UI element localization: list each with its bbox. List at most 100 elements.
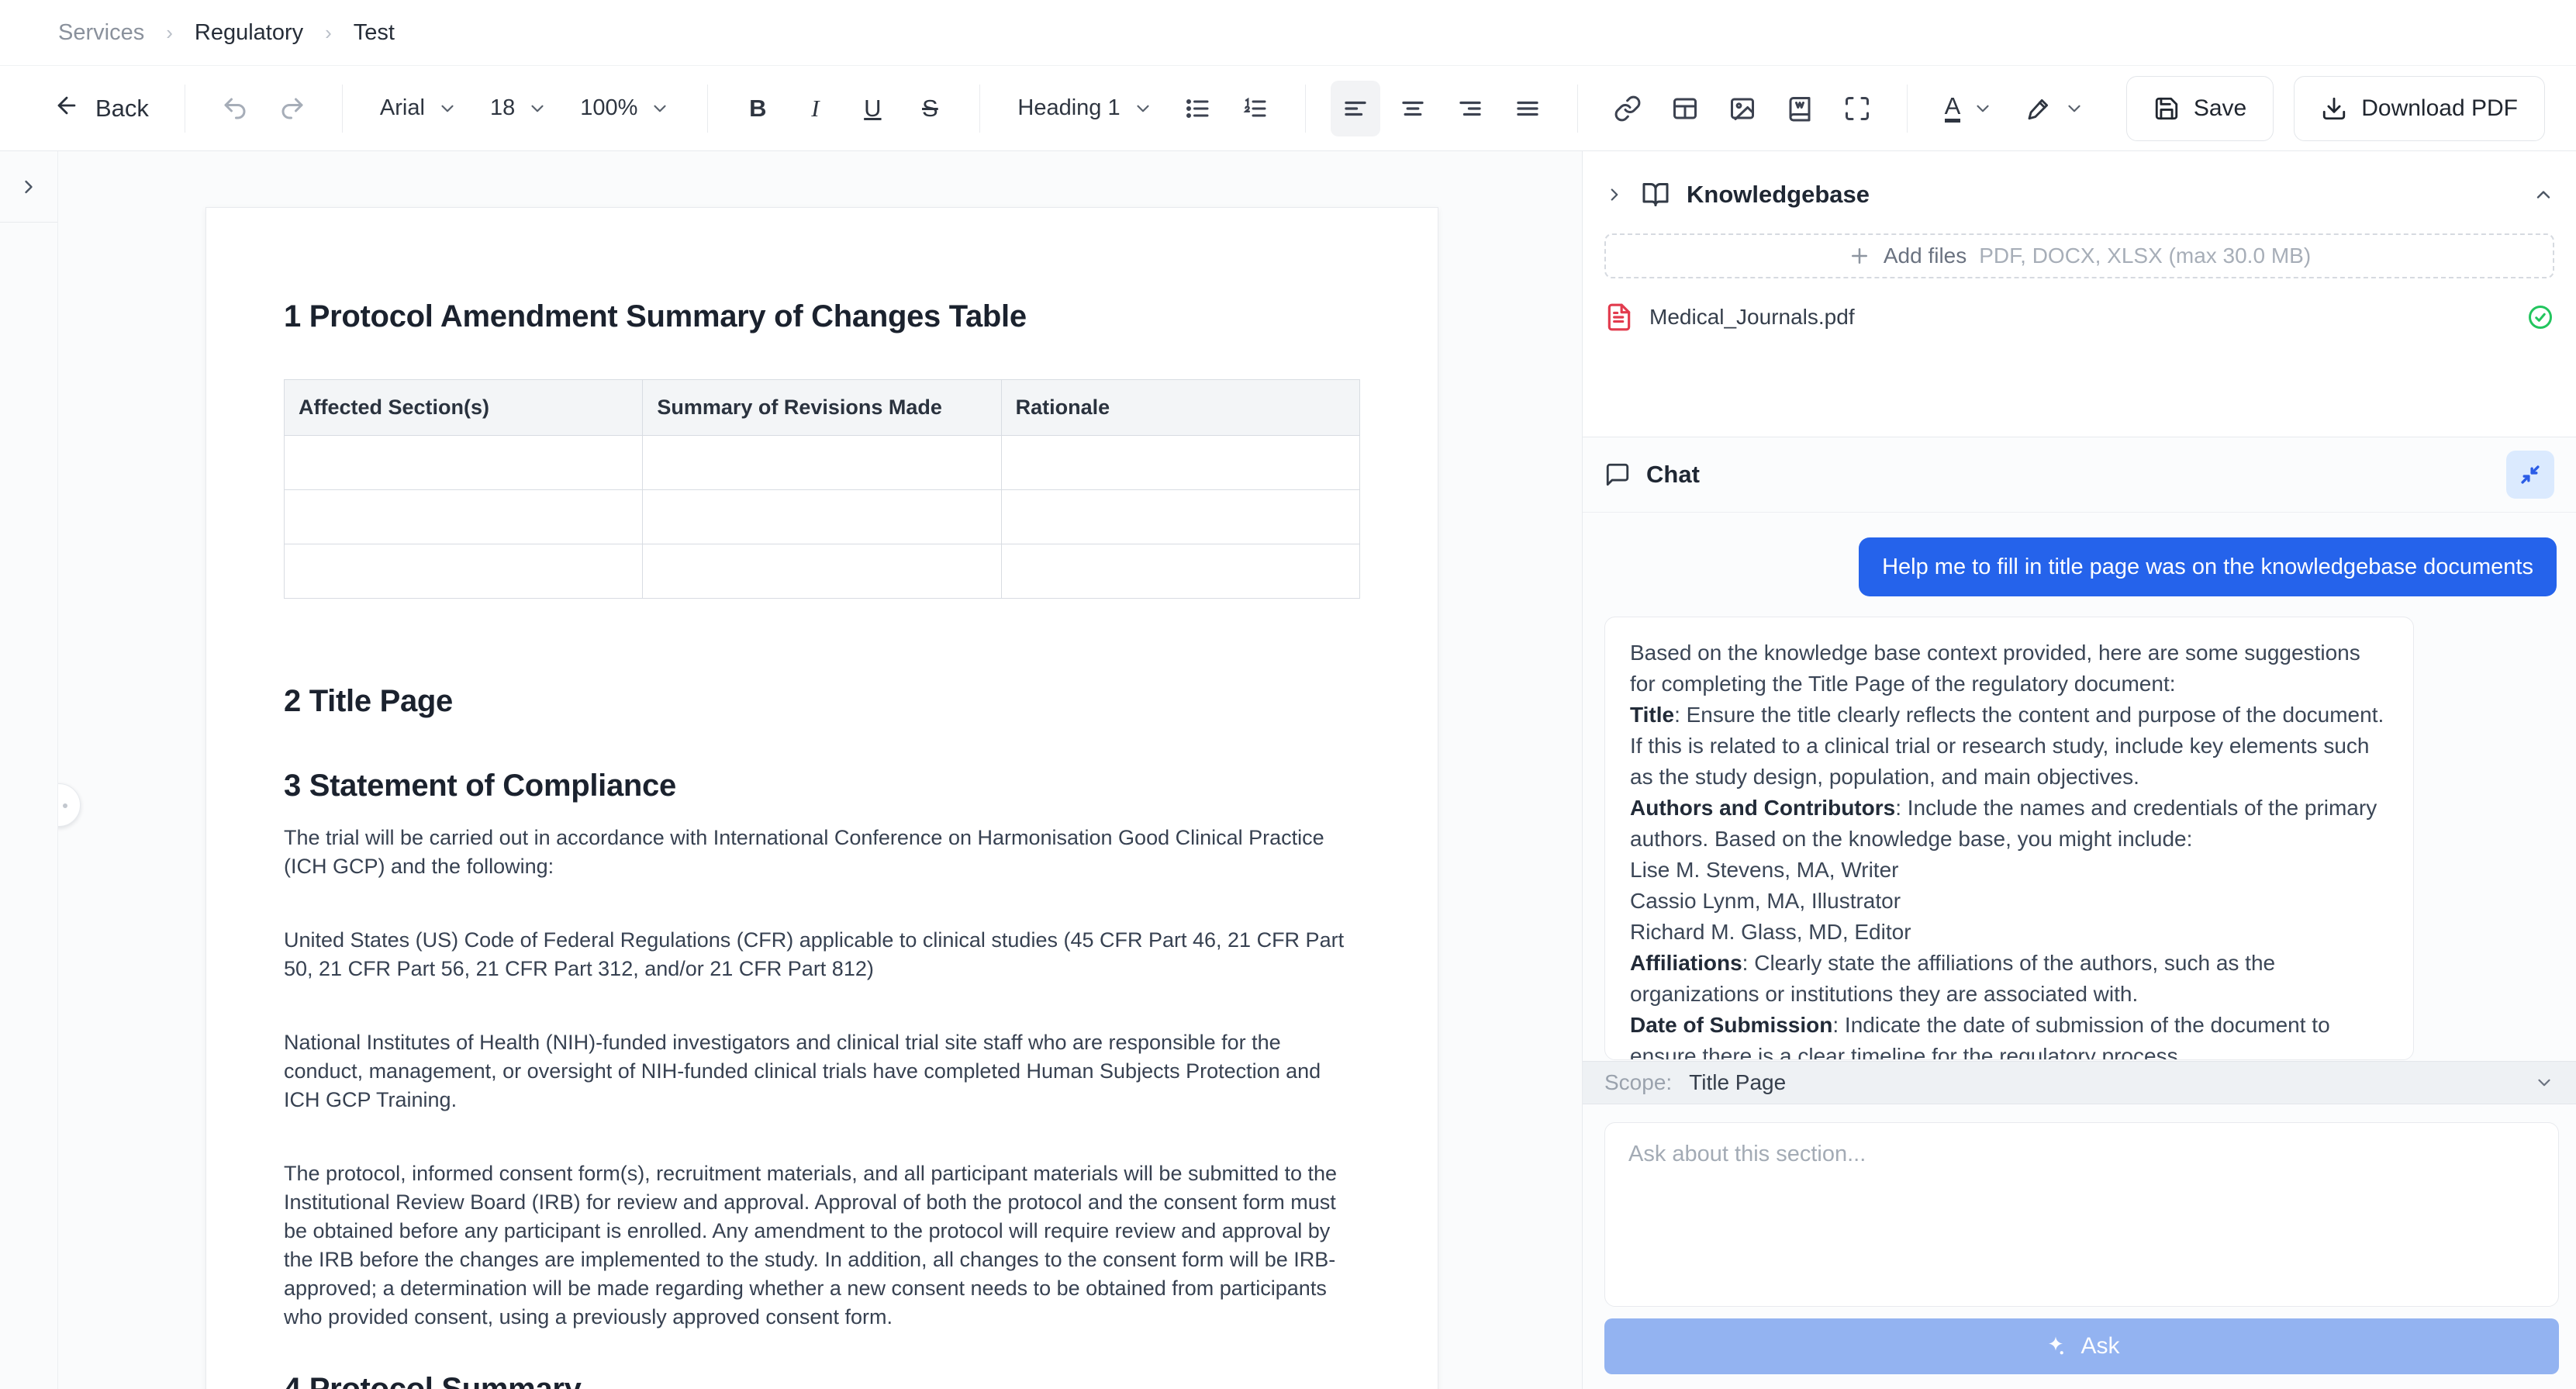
save-button[interactable]: Save: [2126, 76, 2274, 141]
table-cell[interactable]: [643, 436, 1001, 490]
fullscreen-button[interactable]: [1832, 81, 1882, 136]
breadcrumb-regulatory[interactable]: Regulatory: [195, 20, 303, 46]
doc-paragraph[interactable]: The trial will be carried out in accorda…: [284, 824, 1360, 881]
doc-paragraph[interactable]: National Institutes of Health (NIH)-fund…: [284, 1028, 1360, 1114]
align-left-button[interactable]: [1331, 81, 1380, 136]
chevron-down-icon: [527, 98, 547, 119]
chat-question-input[interactable]: [1604, 1122, 2559, 1307]
table-row: [285, 490, 1360, 544]
strikethrough-button[interactable]: S: [905, 81, 955, 136]
bullet-list-button[interactable]: [1173, 81, 1223, 136]
image-icon: [1728, 95, 1756, 123]
table-cell[interactable]: [1001, 544, 1359, 599]
table-cell[interactable]: [1001, 490, 1359, 544]
align-left-icon: [1342, 95, 1369, 123]
table-header-rationale[interactable]: Rationale: [1001, 380, 1359, 436]
insert-link-button[interactable]: [1603, 81, 1652, 136]
book-icon: [1786, 95, 1814, 123]
open-book-icon: [1642, 181, 1670, 209]
chevron-down-icon: [1133, 98, 1153, 119]
knowledgebase-collapse-button[interactable]: [2533, 184, 2554, 206]
edge-handle-button[interactable]: [58, 783, 81, 827]
file-uploaded-check-icon: [2526, 303, 2554, 331]
undo-button[interactable]: [210, 81, 260, 136]
scope-value: Title Page: [1689, 1070, 1786, 1095]
heading-style-value: Heading 1: [1017, 95, 1120, 121]
heading-style-select[interactable]: Heading 1: [1005, 81, 1165, 136]
numbered-list-button[interactable]: [1231, 81, 1280, 136]
doc-heading-statement[interactable]: 3 Statement of Compliance: [284, 769, 1360, 803]
table-header-summary-revisions[interactable]: Summary of Revisions Made: [643, 380, 1001, 436]
knowledgebase-expand-button[interactable]: [1604, 185, 1625, 205]
breadcrumb-separator-icon: ›: [325, 21, 332, 45]
table-cell[interactable]: [285, 544, 643, 599]
table-cell[interactable]: [1001, 436, 1359, 490]
toolbar-divider: [1305, 85, 1306, 133]
toolbar-divider: [1577, 85, 1578, 133]
document-page[interactable]: 1 Protocol Amendment Summary of Changes …: [205, 207, 1438, 1389]
download-pdf-button[interactable]: Download PDF: [2294, 76, 2545, 141]
zoom-select[interactable]: 100%: [568, 81, 682, 136]
chevron-down-icon: [650, 98, 670, 119]
insert-table-button[interactable]: [1660, 81, 1710, 136]
download-pdf-label: Download PDF: [2361, 95, 2518, 122]
doc-paragraph[interactable]: United States (US) Code of Federal Regul…: [284, 926, 1360, 983]
font-size-value: 18: [490, 95, 515, 121]
chat-message-list: Help me to fill in title page was on the…: [1583, 513, 2576, 1061]
table-icon: [1671, 95, 1699, 123]
highlighter-icon: [2025, 95, 2052, 122]
table-cell[interactable]: [643, 544, 1001, 599]
highlight-color-select[interactable]: [2013, 81, 2097, 136]
text-color-select[interactable]: A: [1932, 81, 2006, 136]
underline-button[interactable]: U: [848, 81, 897, 136]
chat-section: Chat Help me to fill in title page was o…: [1583, 437, 2576, 1389]
doc-heading-changes-table[interactable]: 1 Protocol Amendment Summary of Changes …: [284, 299, 1360, 334]
expand-sidebar-button[interactable]: [18, 176, 40, 198]
doc-heading-title-page[interactable]: 2 Title Page: [284, 684, 1360, 719]
font-size-select[interactable]: 18: [478, 81, 560, 136]
add-files-label: Add files: [1884, 244, 1967, 268]
font-family-select[interactable]: Arial: [368, 81, 470, 136]
scope-selector[interactable]: Scope: Title Page: [1583, 1061, 2576, 1104]
chevron-down-icon: [2064, 98, 2084, 119]
table-cell[interactable]: [643, 490, 1001, 544]
breadcrumb-services[interactable]: Services: [58, 20, 144, 46]
align-center-button[interactable]: [1388, 81, 1438, 136]
table-header-affected-sections[interactable]: Affected Section(s): [285, 380, 643, 436]
redo-button[interactable]: [268, 81, 317, 136]
chat-minimize-button[interactable]: [2506, 451, 2554, 499]
chevron-up-icon: [2533, 184, 2554, 206]
collapse-arrows-icon: [2517, 461, 2543, 488]
knowledgebase-title: Knowledgebase: [1687, 181, 1870, 209]
user-chat-message: Help me to fill in title page was on the…: [1859, 537, 2557, 596]
align-center-icon: [1399, 95, 1427, 123]
arrow-left-icon: [54, 92, 80, 125]
knowledgebase-file-row[interactable]: Medical_Journals.pdf: [1604, 299, 2554, 336]
file-name: Medical_Journals.pdf: [1649, 305, 1855, 330]
text-color-icon: A: [1945, 94, 1961, 123]
breadcrumb-separator-icon: ›: [166, 21, 173, 45]
bullet-list-icon: [1184, 95, 1212, 123]
assistant-chat-message: Based on the knowledge base context prov…: [1604, 617, 2414, 1060]
citation-book-button[interactable]: [1775, 81, 1825, 136]
ask-button[interactable]: Ask: [1604, 1318, 2559, 1374]
chevron-right-icon: [18, 176, 40, 198]
content-area: 1 Protocol Amendment Summary of Changes …: [0, 151, 2576, 1389]
align-right-icon: [1456, 95, 1484, 123]
align-right-button[interactable]: [1445, 81, 1495, 136]
italic-button[interactable]: I: [790, 81, 840, 136]
chat-bubble-icon: [1604, 461, 1631, 488]
align-justify-button[interactable]: [1503, 81, 1552, 136]
back-button[interactable]: Back: [43, 81, 160, 136]
toolbar-divider: [707, 85, 708, 133]
doc-paragraph[interactable]: The protocol, informed consent form(s), …: [284, 1159, 1360, 1332]
table-cell[interactable]: [285, 490, 643, 544]
chevron-right-icon: [1604, 185, 1625, 205]
toolbar-divider: [979, 85, 980, 133]
document-editor-area: 1 Protocol Amendment Summary of Changes …: [58, 151, 1582, 1389]
table-cell[interactable]: [285, 436, 643, 490]
doc-heading-protocol-summary[interactable]: 4 Protocol Summary: [284, 1372, 1360, 1389]
add-files-dropzone[interactable]: Add files PDF, DOCX, XLSX (max 30.0 MB): [1604, 233, 2554, 278]
bold-button[interactable]: B: [733, 81, 782, 136]
insert-image-button[interactable]: [1718, 81, 1767, 136]
